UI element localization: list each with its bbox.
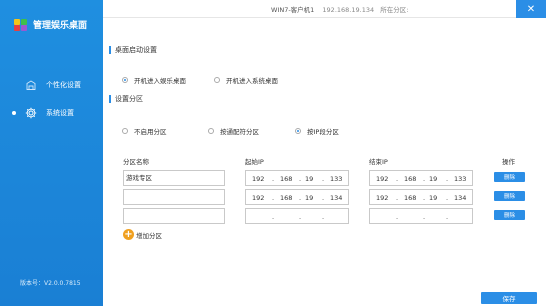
ip-dot: . (446, 175, 449, 183)
delete-button[interactable]: 删除 (494, 172, 525, 182)
app-logo: 管理娱乐桌面 (14, 18, 87, 31)
ip-octet: 192 (252, 194, 265, 202)
app-logo-icon (14, 18, 28, 31)
ip-dot: . (396, 213, 399, 221)
sidebar: 管理娱乐桌面 个性化设置 系统设置 版本号：V2.0.0.7815 (0, 0, 103, 306)
delete-button[interactable]: 删除 (494, 191, 525, 201)
radio-ip-partition[interactable]: 按IP段分区 (295, 126, 339, 136)
partition-label: 所在分区: (380, 6, 409, 14)
ip-dot: . (396, 175, 399, 183)
col-header-start-ip: 起始IP (245, 158, 264, 166)
radio-dot (122, 77, 128, 83)
radio-system-desktop[interactable]: 开机进入系统桌面 (214, 75, 278, 85)
ip-dot: . (423, 175, 426, 183)
ip-dot: . (272, 213, 275, 221)
radio-entertainment-desktop[interactable]: 开机进入娱乐桌面 (122, 75, 186, 85)
ip-dot: . (299, 175, 302, 183)
ip-dot: . (322, 175, 325, 183)
ip-octet: 192 (376, 194, 389, 202)
add-partition-button[interactable]: + 增加分区 (123, 229, 162, 240)
radio-label: 按通配符分区 (220, 128, 259, 136)
ip-octet: 133 (454, 175, 467, 183)
app-title: 管理娱乐桌面 (33, 21, 88, 31)
desktop-settings-title: 桌面启动设置 (109, 45, 157, 55)
save-button[interactable]: 保存 (481, 292, 537, 304)
partition-settings-title: 设置分区 (109, 94, 143, 104)
ip-dot: . (322, 194, 325, 202)
close-button[interactable]: ✕ (516, 0, 546, 18)
close-icon: ✕ (526, 3, 536, 15)
gear-icon (25, 107, 37, 119)
personalize-icon (25, 79, 37, 91)
radio-label: 按IP段分区 (307, 128, 339, 136)
partition-name-input[interactable] (123, 208, 225, 224)
ip-octet: 19 (305, 194, 314, 202)
partition-settings-title-text: 设置分区 (115, 95, 143, 103)
ip-dot: . (396, 194, 399, 202)
radio-dot (208, 128, 214, 134)
ip-octet: 192 (252, 175, 265, 183)
ip-octet: 133 (330, 175, 343, 183)
radio-dot (122, 128, 128, 134)
radio-no-partition[interactable]: 不启用分区 (122, 126, 167, 136)
partition-name-input[interactable] (123, 189, 225, 205)
desktop-settings-title-text: 桌面启动设置 (115, 46, 157, 54)
add-partition-label: 增加分区 (136, 231, 162, 240)
ip-dot: . (299, 213, 302, 221)
ip-dot: . (322, 213, 325, 221)
ip-octet: 134 (454, 194, 467, 202)
radio-label: 不启用分区 (134, 128, 167, 136)
sidebar-item-label: 系统设置 (46, 109, 74, 117)
sidebar-item-personalize[interactable]: 个性化设置 (0, 77, 103, 93)
start-ip-input[interactable]: 192 . 168 . 19 . 134 (245, 189, 349, 205)
ip-dot: . (272, 175, 275, 183)
ip-octet: 19 (429, 175, 438, 183)
ip-octet: 19 (429, 194, 438, 202)
ip-octet: 192 (376, 175, 389, 183)
ip-octet: 168 (404, 175, 417, 183)
end-ip-input[interactable]: 192 . 168 . 19 . 134 (369, 189, 473, 205)
client-info: WIN7-客户机1 192.168.19.134 所在分区: (271, 4, 408, 14)
ip-octet: 168 (404, 194, 417, 202)
ip-dot: . (446, 194, 449, 202)
radio-dot (214, 77, 220, 83)
start-ip-input[interactable]: . . . (245, 208, 349, 224)
plus-icon: + (123, 229, 134, 240)
ip-dot: . (446, 213, 449, 221)
radio-wildcard-partition[interactable]: 按通配符分区 (208, 126, 259, 136)
ip-octet: 19 (305, 175, 314, 183)
sidebar-item-system[interactable]: 系统设置 (0, 105, 103, 121)
col-header-name: 分区名称 (123, 158, 149, 166)
ip-octet: 134 (330, 194, 343, 202)
end-ip-input[interactable]: . . . (369, 208, 473, 224)
end-ip-input[interactable]: 192 . 168 . 19 . 133 (369, 170, 473, 186)
ip-dot: . (423, 194, 426, 202)
ip-dot: . (272, 194, 275, 202)
top-bar: WIN7-客户机1 192.168.19.134 所在分区: ✕ (103, 0, 546, 18)
radio-dot (295, 128, 301, 134)
ip-octet: 168 (280, 175, 293, 183)
col-header-end-ip: 结束IP (369, 158, 388, 166)
ip-dot: . (299, 194, 302, 202)
ip-octet: 168 (280, 194, 293, 202)
partition-name-input[interactable]: 游戏专区 (123, 170, 225, 186)
ip-dot: . (423, 213, 426, 221)
sidebar-item-label: 个性化设置 (46, 81, 81, 89)
machine-name: WIN7-客户机1 (271, 6, 315, 14)
start-ip-input[interactable]: 192 . 168 . 19 . 133 (245, 170, 349, 186)
delete-button[interactable]: 删除 (494, 210, 525, 220)
version-label: 版本号：V2.0.0.7815 (20, 280, 81, 287)
col-header-action: 操作 (502, 158, 515, 166)
radio-label: 开机进入系统桌面 (226, 77, 278, 85)
radio-label: 开机进入娱乐桌面 (134, 77, 186, 85)
machine-ip: 192.168.19.134 (322, 6, 375, 14)
